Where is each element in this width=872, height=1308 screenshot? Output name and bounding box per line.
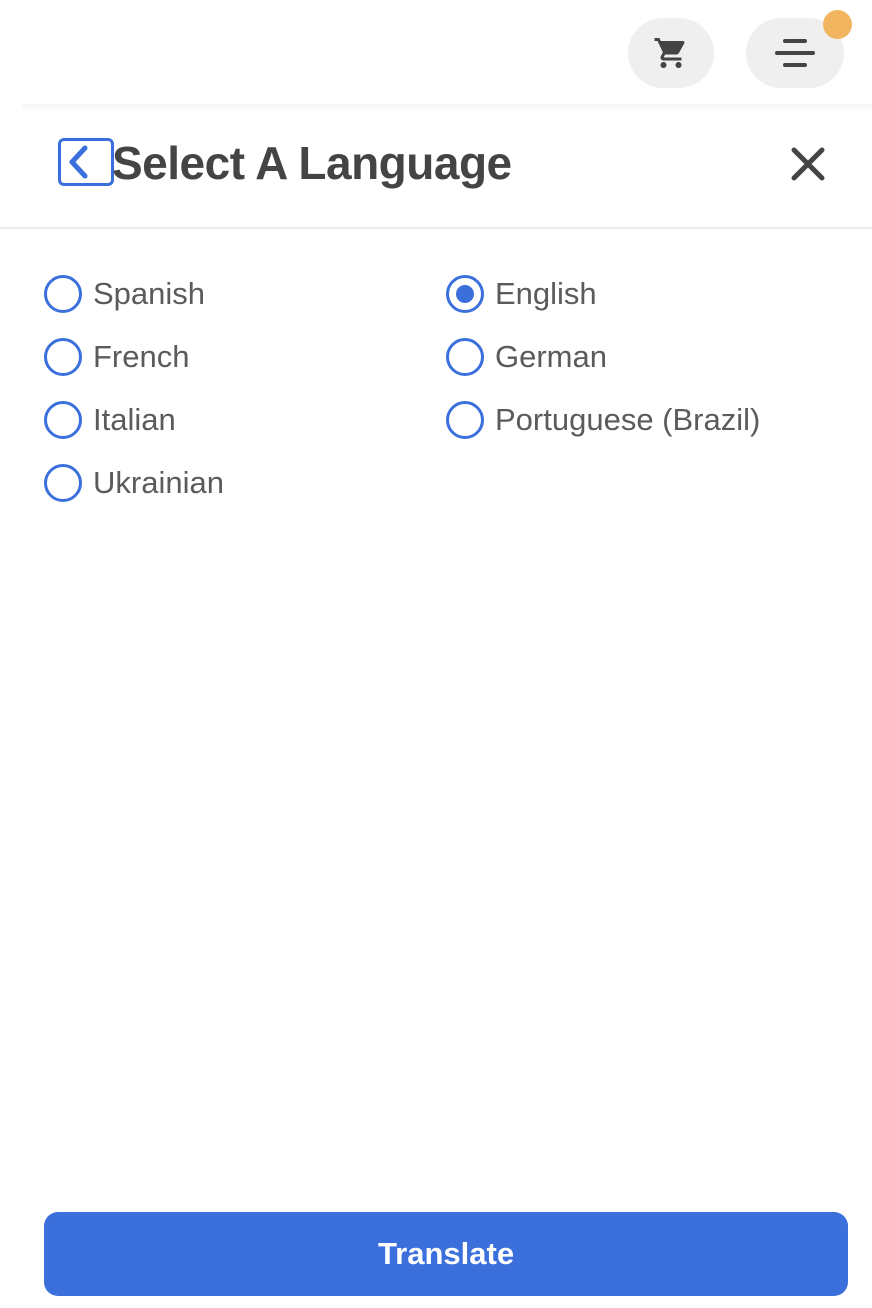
radio-button[interactable] xyxy=(44,275,82,313)
sheet-edge xyxy=(22,104,872,112)
language-label: English xyxy=(495,276,597,311)
cart-button[interactable] xyxy=(628,18,714,88)
language-label: Spanish xyxy=(93,276,206,311)
cart-icon xyxy=(654,38,685,68)
language-label: French xyxy=(93,339,190,374)
modal-header: Select A Language xyxy=(0,112,872,228)
language-label: Portuguese (Brazil) xyxy=(495,402,761,437)
language-label: German xyxy=(495,339,607,374)
language-option-spanish[interactable]: Spanish xyxy=(44,272,205,316)
language-option-ukrainian[interactable]: Ukrainian xyxy=(44,461,224,505)
language-label: Ukrainian xyxy=(93,465,224,500)
language-option-italian[interactable]: Italian xyxy=(44,398,176,442)
language-option-portuguese-brazil[interactable]: Portuguese (Brazil) xyxy=(446,398,760,442)
translate-button[interactable]: Translate xyxy=(44,1212,848,1296)
chevron-left-icon xyxy=(69,145,88,179)
header-divider xyxy=(0,227,872,229)
radio-button[interactable] xyxy=(446,401,484,439)
radio-button[interactable] xyxy=(446,338,484,376)
notification-dot xyxy=(823,10,852,39)
language-option-english[interactable]: English xyxy=(446,272,597,316)
radio-selected-dot xyxy=(456,285,474,303)
radio-button[interactable] xyxy=(44,464,82,502)
language-option-german[interactable]: German xyxy=(446,335,607,379)
language-option-french[interactable]: French xyxy=(44,335,189,379)
menu-icon xyxy=(775,39,815,67)
top-bar xyxy=(0,0,872,108)
radio-button[interactable] xyxy=(44,338,82,376)
close-icon xyxy=(791,147,825,181)
radio-button-selected[interactable] xyxy=(446,275,484,313)
language-label: Italian xyxy=(93,402,176,437)
radio-button[interactable] xyxy=(44,401,82,439)
page-title: Select A Language xyxy=(112,137,512,189)
back-button[interactable] xyxy=(58,138,114,186)
close-button[interactable] xyxy=(786,142,830,186)
